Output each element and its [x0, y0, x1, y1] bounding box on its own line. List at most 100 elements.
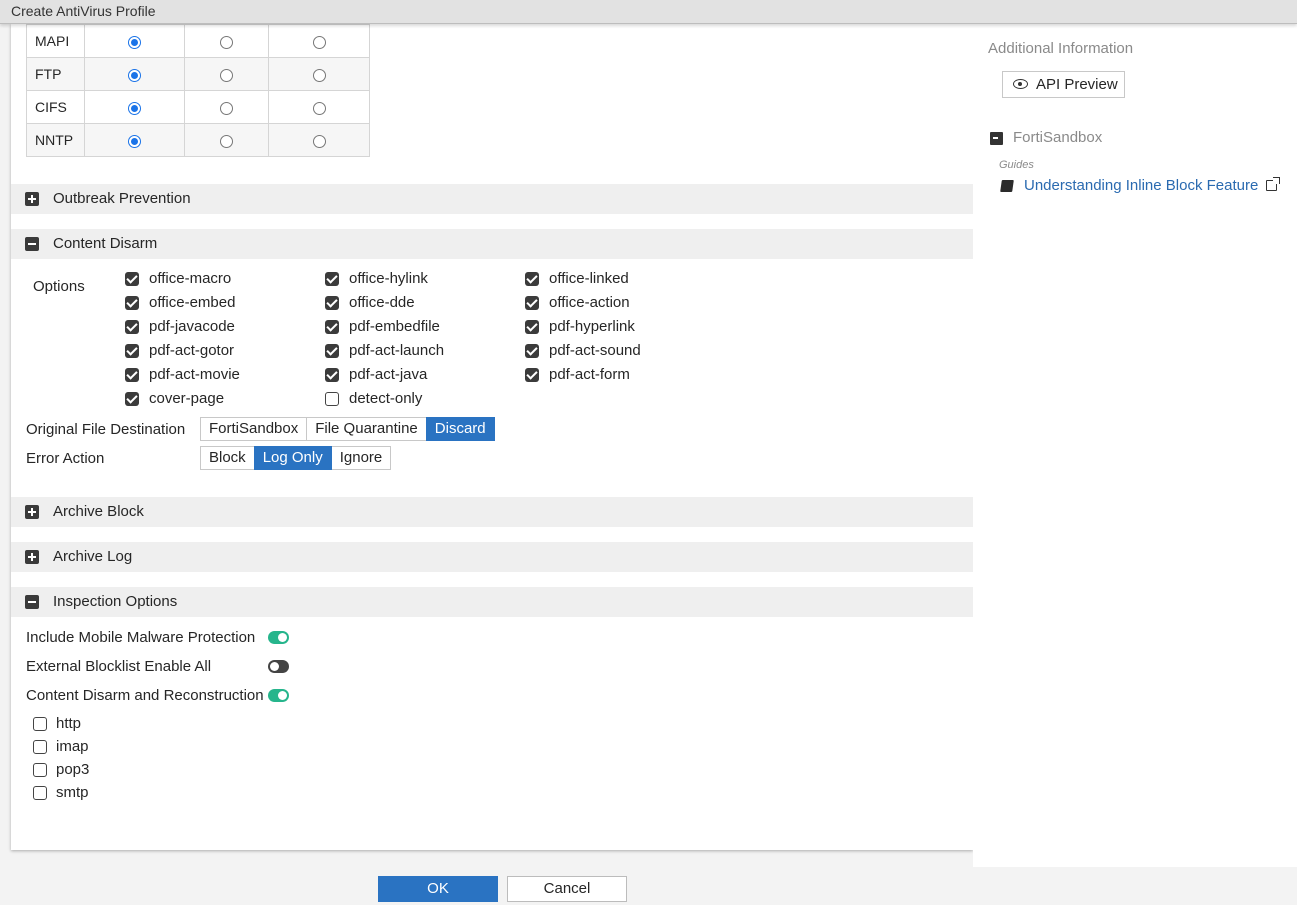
section-archive-block[interactable]: Archive Block [11, 497, 973, 527]
cdr-option-pdf-javacode[interactable]: pdf-javacode [125, 318, 235, 335]
expand-plus-icon [25, 550, 39, 564]
protocol-radio[interactable] [312, 101, 326, 115]
section-content-disarm[interactable]: Content Disarm [11, 229, 973, 259]
protocol-radio[interactable] [128, 35, 141, 49]
segment-option[interactable]: Block [200, 446, 255, 470]
checkbox[interactable] [325, 343, 339, 358]
cdr-protocol-smtp[interactable]: smtp [33, 784, 89, 801]
segment-option[interactable]: Ignore [330, 446, 392, 470]
cdr-option-office-macro[interactable]: office-macro [125, 270, 231, 287]
section-title: Archive Block [53, 503, 144, 520]
cdr-option-office-linked[interactable]: office-linked [525, 270, 629, 287]
checkbox[interactable] [33, 739, 47, 754]
checkbox[interactable] [325, 295, 339, 310]
cdr-protocol-http[interactable]: http [33, 715, 81, 732]
protocol-name: MAPI [26, 24, 85, 58]
checkbox[interactable] [525, 367, 539, 382]
protocol-radio[interactable] [220, 68, 233, 82]
guides-label: Guides [999, 159, 1034, 171]
protocol-radio[interactable] [128, 101, 141, 115]
cdr-option-pdf-hyperlink[interactable]: pdf-hyperlink [525, 318, 635, 335]
checkbox[interactable] [325, 319, 339, 334]
checkbox[interactable] [525, 319, 539, 334]
checkbox-label: office-dde [349, 294, 415, 311]
cdr-protocol-imap[interactable]: imap [33, 738, 89, 755]
section-title: Inspection Options [53, 593, 178, 610]
cdr-option-office-action[interactable]: office-action [525, 294, 630, 311]
cdr-option-pdf-act-gotor[interactable]: pdf-act-gotor [125, 342, 234, 359]
segment-option[interactable]: FortiSandbox [200, 417, 308, 441]
checkbox[interactable] [125, 319, 139, 334]
guide-link[interactable]: Understanding Inline Block Feature [1024, 177, 1258, 194]
segment-option[interactable]: File Quarantine [306, 417, 427, 441]
checkbox-label: pdf-embedfile [349, 318, 440, 335]
checkbox[interactable] [33, 762, 47, 777]
checkbox-label: office-action [549, 294, 630, 311]
checkbox-label: office-macro [149, 270, 232, 287]
checkbox[interactable] [325, 271, 339, 286]
protocol-radio[interactable] [312, 68, 326, 82]
segment-option[interactable]: Discard [425, 417, 495, 441]
cdr-protocol-pop3[interactable]: pop3 [33, 761, 89, 778]
segment-option[interactable]: Log Only [253, 446, 332, 470]
cdr-option-pdf-embedfile[interactable]: pdf-embedfile [325, 318, 440, 335]
cdr-option-pdf-act-movie[interactable]: pdf-act-movie [125, 366, 240, 383]
checkbox[interactable] [125, 367, 139, 382]
protocol-radio[interactable] [128, 134, 141, 148]
protocol-option-cell [84, 24, 185, 58]
protocol-radio[interactable] [312, 35, 326, 49]
checkbox-label: detect-only [349, 390, 423, 407]
cdr-option-pdf-act-launch[interactable]: pdf-act-launch [325, 342, 444, 359]
checkbox[interactable] [125, 343, 139, 358]
api-preview-button[interactable]: API Preview [1002, 71, 1125, 98]
checkbox[interactable] [125, 271, 139, 286]
checkbox[interactable] [33, 716, 47, 731]
checkbox-label: office-linked [549, 270, 629, 287]
cdr-option-pdf-act-form[interactable]: pdf-act-form [525, 366, 630, 383]
section-outbreak-prevention[interactable]: Outbreak Prevention [11, 184, 973, 214]
mobile-malware-toggle[interactable] [268, 631, 289, 644]
protocol-radio[interactable] [220, 134, 233, 148]
cdr-option-office-hylink[interactable]: office-hylink [325, 270, 428, 287]
checkbox[interactable] [33, 785, 47, 800]
original-file-destination-label: Original File Destination [26, 421, 186, 438]
collapse-minus-icon [25, 595, 39, 609]
external-link-icon[interactable] [1266, 177, 1280, 191]
mobile-malware-label: Include Mobile Malware Protection [26, 629, 256, 646]
checkbox[interactable] [525, 271, 539, 286]
section-inspection-options[interactable]: Inspection Options [11, 587, 973, 617]
cancel-button[interactable]: Cancel [507, 876, 627, 902]
cdr-option-pdf-act-java[interactable]: pdf-act-java [325, 366, 427, 383]
checkbox[interactable] [125, 391, 139, 406]
api-preview-label: API Preview [1036, 76, 1118, 93]
protocol-radio[interactable] [312, 134, 326, 148]
section-archive-log[interactable]: Archive Log [11, 542, 973, 572]
cdr-option-pdf-act-sound[interactable]: pdf-act-sound [525, 342, 641, 359]
options-label: Options [33, 278, 85, 295]
ok-button[interactable]: OK [378, 876, 498, 902]
checkbox[interactable] [525, 295, 539, 310]
cdr-option-detect-only[interactable]: detect-only [325, 390, 422, 407]
protocol-radio[interactable] [128, 68, 141, 82]
protocol-option-cell [184, 24, 269, 58]
checkbox[interactable] [325, 367, 339, 382]
fortisandbox-icon [990, 132, 1003, 145]
cdr-toggle[interactable] [268, 689, 289, 702]
protocol-radio[interactable] [220, 101, 233, 115]
checkbox-label: office-embed [149, 294, 236, 311]
protocol-option-cell [84, 57, 185, 91]
cdr-option-cover-page[interactable]: cover-page [125, 390, 224, 407]
cdr-option-office-dde[interactable]: office-dde [325, 294, 415, 311]
checkbox[interactable] [325, 391, 339, 406]
protocol-option-cell [268, 24, 370, 58]
collapse-minus-icon [25, 237, 39, 251]
protocol-option-cell [184, 123, 269, 157]
checkbox[interactable] [525, 343, 539, 358]
error-action-label: Error Action [26, 450, 105, 467]
protocol-option-cell [268, 57, 370, 91]
external-blocklist-label: External Blocklist Enable All [26, 658, 212, 675]
checkbox[interactable] [125, 295, 139, 310]
external-blocklist-toggle[interactable] [268, 660, 289, 673]
cdr-option-office-embed[interactable]: office-embed [125, 294, 235, 311]
protocol-radio[interactable] [220, 35, 233, 49]
